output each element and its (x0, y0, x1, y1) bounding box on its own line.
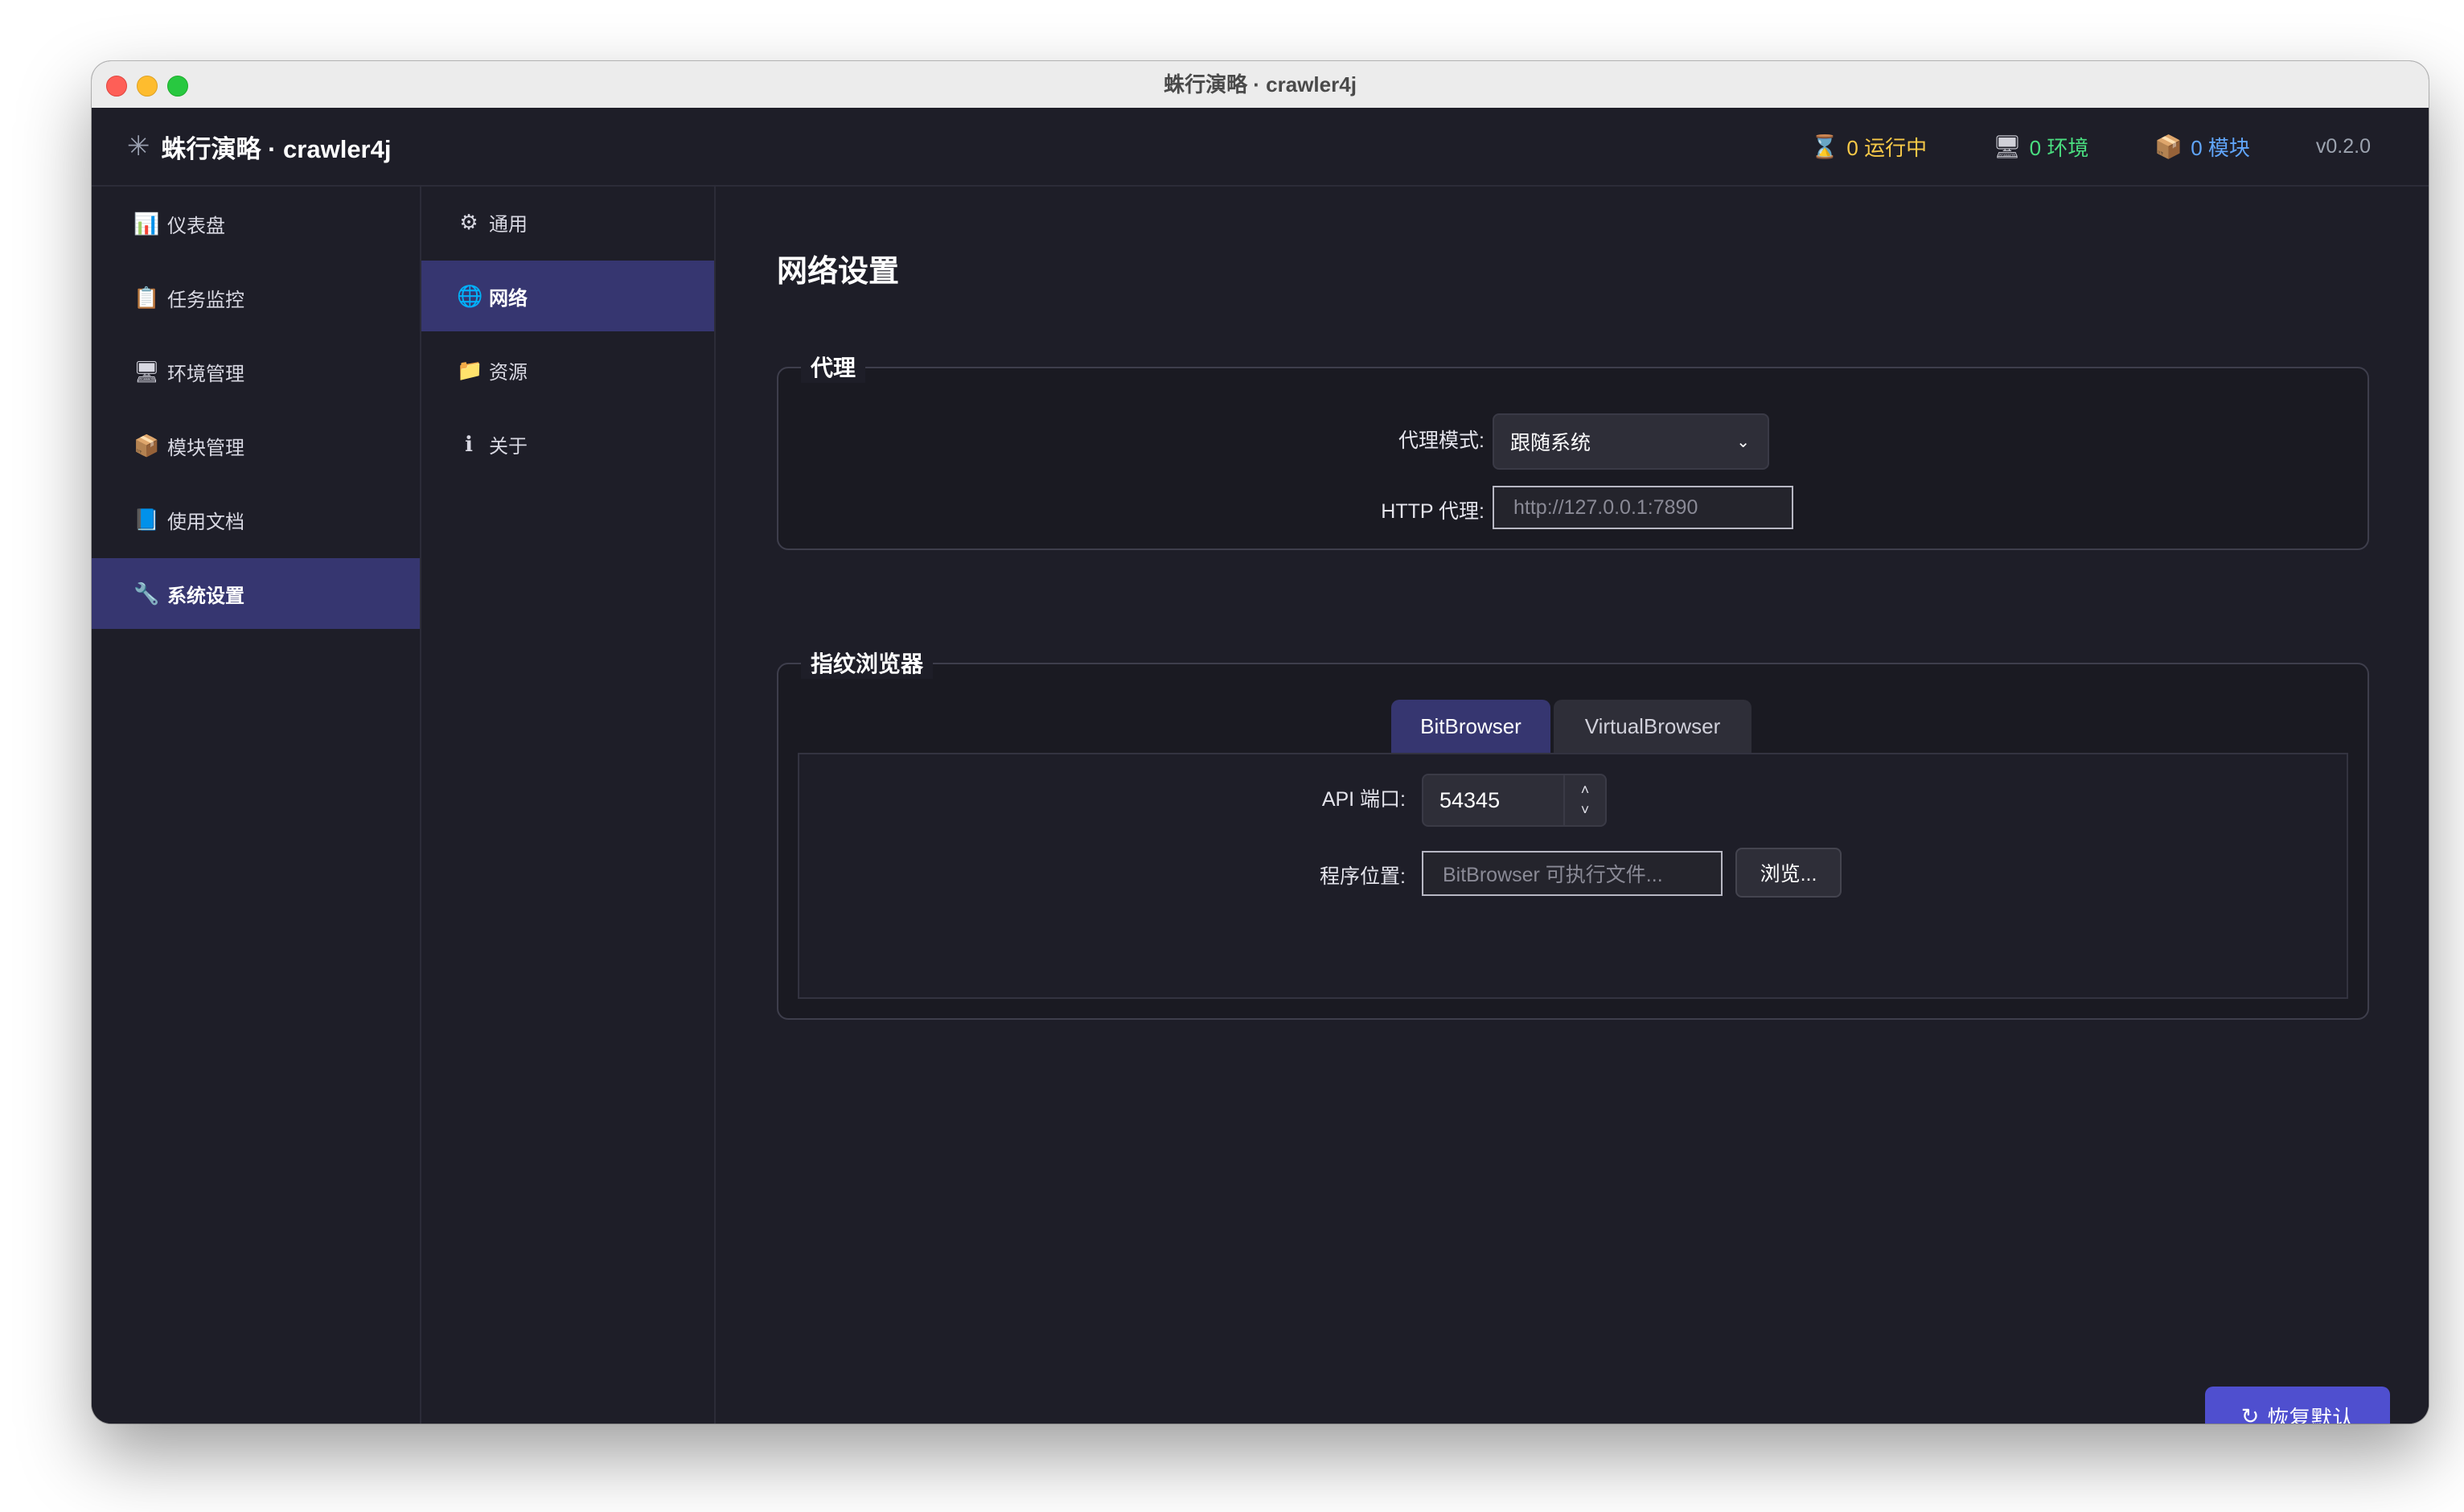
subnav-item-label: 通用 (489, 213, 528, 236)
book-icon: 📘 (133, 507, 160, 532)
api-port-spinbox[interactable]: 54345 ˄ ˅ (1422, 774, 1607, 827)
monitor-icon: 🖥 (1993, 134, 2022, 159)
hourglass-icon: ⌛ (1810, 134, 1839, 159)
version-label: v0.2.0 (2315, 134, 2371, 158)
status-bar: ⌛ 0 运行中 🖥 0 环境 📦 0 模块 v0.2.0 (1745, 108, 2371, 185)
sidebar: 📊 仪表盘 📋 任务监控 🖥 环境管理 📦 模块管理 📘 使用文档 🔧 系统设置 (92, 187, 421, 1424)
browser-group-title: 指纹浏览器 (801, 647, 934, 679)
refresh-icon: ↻ (2240, 1403, 2260, 1424)
gear-icon: ⚙ (459, 209, 478, 234)
bitbrowser-panel: API 端口: 54345 ˄ ˅ 程序位置: BitBrowser 可执行文件… (798, 753, 2348, 999)
wrench-icon: 🔧 (133, 581, 160, 606)
restore-defaults-button[interactable]: ↻ 恢复默认 (2205, 1387, 2390, 1424)
program-path-input[interactable]: BitBrowser 可执行文件... (1422, 851, 1723, 896)
sidebar-item-label: 模块管理 (167, 437, 244, 459)
chart-icon: 📊 (133, 211, 160, 236)
spider-icon: ✳ (127, 131, 150, 162)
browse-button[interactable]: 浏览... (1735, 848, 1842, 898)
package-icon: 📦 (133, 433, 160, 458)
env-label: 0 环境 (2029, 135, 2089, 160)
tab-bitbrowser[interactable]: BitBrowser (1391, 700, 1550, 753)
package-icon: 📦 (2154, 134, 2183, 159)
module-label: 0 模块 (2191, 135, 2250, 160)
subnav-item-resources[interactable]: 📁 资源 (421, 335, 714, 405)
subnav-item-label: 网络 (489, 287, 528, 310)
folder-icon: 📁 (457, 357, 483, 382)
spinbox-arrows[interactable]: ˄ ˅ (1563, 775, 1605, 825)
clipboard-icon: 📋 (133, 285, 160, 310)
info-icon: ℹ (465, 431, 473, 456)
window-title: 蛛行演略 · crawler4j (1164, 72, 1357, 97)
fingerprint-browser-group: 指纹浏览器 BitBrowser VirtualBrowser API 端口: … (777, 647, 2369, 1020)
proxy-mode-label: 代理模式: (1398, 429, 1485, 452)
sidebar-item-label: 环境管理 (167, 363, 244, 385)
sidebar-item-label: 使用文档 (167, 511, 244, 533)
subnav-item-label: 关于 (489, 435, 528, 458)
http-proxy-input[interactable]: http://127.0.0.1:7890 (1493, 486, 1793, 529)
sidebar-item-tasks[interactable]: 📋 任务监控 (92, 262, 420, 333)
brand-name: 蛛行演略 · crawler4j (161, 134, 392, 163)
sidebar-item-dashboard[interactable]: 📊 仪表盘 (92, 188, 420, 259)
app-window: 蛛行演略 · crawler4j ✳ 蛛行演略 · crawler4j ⌛ 0 … (92, 61, 2429, 1424)
chevron-down-icon[interactable]: ˅ (1581, 802, 1590, 819)
running-count: ⌛ 0 运行中 (1811, 132, 1928, 162)
brand: ✳ 蛛行演略 · crawler4j (127, 108, 391, 185)
proxy-group-title: 代理 (801, 351, 866, 383)
monitor-icon: 🖥 (133, 359, 161, 384)
chevron-up-icon[interactable]: ˄ (1581, 782, 1590, 799)
api-port-label: API 端口: (1321, 788, 1406, 811)
sidebar-item-environments[interactable]: 🖥 环境管理 (92, 336, 420, 407)
proxy-mode-value: 跟随系统 (1510, 432, 1591, 454)
tab-virtualbrowser[interactable]: VirtualBrowser (1554, 700, 1751, 753)
module-count: 📦 0 模块 (2154, 132, 2250, 162)
title-bar: 蛛行演略 · crawler4j (92, 61, 2429, 109)
restore-defaults-label: 恢复默认 (2267, 1406, 2355, 1424)
sidebar-item-modules[interactable]: 📦 模块管理 (92, 410, 420, 481)
program-path-label: 程序位置: (1320, 865, 1406, 888)
main-content: 网络设置 代理 代理模式: 跟随系统 ⌄ HTTP 代理: http://127… (716, 187, 2429, 1424)
proxy-group: 代理 代理模式: 跟随系统 ⌄ HTTP 代理: http://127.0.0.… (777, 351, 2369, 550)
subnav-item-about[interactable]: ℹ 关于 (421, 409, 714, 479)
sidebar-item-label: 仪表盘 (167, 215, 225, 237)
sidebar-item-settings[interactable]: 🔧 系统设置 (92, 558, 420, 629)
sidebar-item-label: 系统设置 (167, 585, 244, 607)
running-label: 0 运行中 (1846, 135, 1928, 160)
api-port-value: 54345 (1439, 787, 1501, 812)
http-proxy-label: HTTP 代理: (1381, 500, 1485, 523)
globe-icon: 🌐 (457, 283, 483, 308)
proxy-mode-select[interactable]: 跟随系统 ⌄ (1493, 413, 1769, 470)
app-header: ✳ 蛛行演略 · crawler4j ⌛ 0 运行中 🖥 0 环境 📦 0 模块… (92, 108, 2429, 187)
sidebar-item-label: 任务监控 (167, 289, 244, 311)
env-count: 🖥 0 环境 (1993, 132, 2088, 162)
settings-subnav: ⚙ 通用 🌐 网络 📁 资源 ℹ 关于 (421, 187, 716, 1424)
sidebar-item-docs[interactable]: 📘 使用文档 (92, 484, 420, 555)
subnav-item-general[interactable]: ⚙ 通用 (421, 187, 714, 257)
subnav-item-label: 资源 (489, 361, 528, 384)
page-title: 网络设置 (777, 255, 900, 289)
chevron-down-icon: ⌄ (1736, 433, 1750, 451)
subnav-item-network[interactable]: 🌐 网络 (421, 261, 714, 331)
